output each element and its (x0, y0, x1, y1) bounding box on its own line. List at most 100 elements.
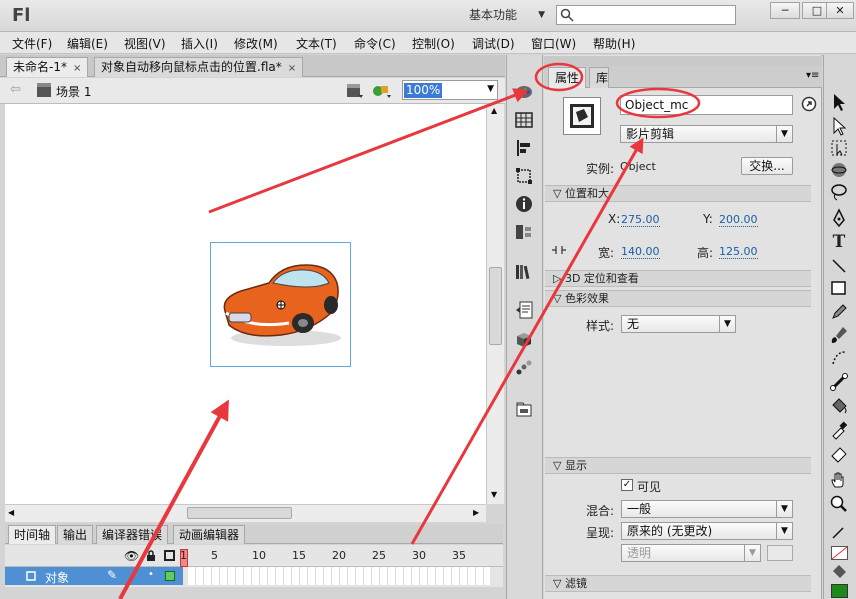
close-icon[interactable]: × (288, 63, 296, 74)
align-icon[interactable] (514, 138, 534, 158)
fill-color-icon[interactable] (829, 562, 849, 582)
transform-icon[interactable] (514, 166, 534, 186)
back-arrow-icon[interactable]: ⇦ (10, 82, 21, 97)
section-position-size[interactable]: ▽ 位置和大 (545, 185, 811, 202)
layer-color-box[interactable] (165, 571, 175, 581)
tab-motion-editor[interactable]: 动画编辑器 (173, 525, 246, 544)
edit-scene-icon[interactable] (345, 82, 365, 100)
swap-button[interactable]: 交换... (741, 157, 793, 175)
color-palette-icon[interactable] (514, 82, 534, 102)
menu-insert[interactable]: 插入(I) (181, 35, 218, 52)
paint-bucket-tool-icon[interactable] (829, 396, 849, 416)
visible-checkbox[interactable]: ✓ (621, 479, 633, 491)
subselection-tool-icon[interactable] (829, 116, 849, 136)
eye-icon[interactable]: 👁 (124, 549, 139, 563)
text-tool-icon[interactable]: T (829, 232, 849, 252)
menu-commands[interactable]: 命令(C) (354, 35, 396, 52)
brush-tool-icon[interactable] (829, 325, 849, 345)
tab-properties[interactable]: 属性 (548, 67, 587, 88)
close-icon[interactable]: × (73, 63, 81, 74)
scroll-down-icon[interactable]: ▼ (491, 490, 497, 499)
eraser-tool-icon[interactable] (829, 444, 849, 464)
motion-presets-icon[interactable] (514, 358, 534, 378)
menu-edit[interactable]: 编辑(E) (67, 35, 108, 52)
scene-panel-icon[interactable] (514, 222, 534, 242)
pen-tool-icon[interactable] (829, 208, 849, 228)
rectangle-tool-icon[interactable] (829, 278, 849, 298)
style-select[interactable]: 无 ▼ (621, 315, 736, 333)
horizontal-scrollbar[interactable]: ◀ ▶ (5, 504, 486, 522)
lock-icon[interactable] (146, 550, 156, 562)
stroke-color-icon[interactable] (829, 522, 849, 542)
workspace-switcher[interactable]: 基本功能 ▼ (463, 5, 549, 25)
info-icon[interactable] (514, 194, 534, 214)
frame-number: 15 (292, 549, 306, 562)
hand-tool-icon[interactable] (829, 470, 849, 490)
project-icon[interactable] (514, 400, 534, 420)
3d-rotation-tool-icon[interactable] (829, 160, 849, 180)
section-color-effect[interactable]: ▽ 色彩效果 (545, 290, 811, 307)
line-tool-icon[interactable] (829, 256, 849, 276)
menu-view[interactable]: 视图(V) (124, 35, 166, 52)
menu-help[interactable]: 帮助(H) (593, 35, 635, 52)
tab-library[interactable]: 库 (589, 67, 609, 88)
actions-icon[interactable] (514, 300, 534, 320)
scroll-thumb[interactable] (489, 267, 502, 345)
movie-clip-instance[interactable] (210, 242, 351, 367)
deco-tool-icon[interactable] (829, 348, 849, 368)
minimize-button[interactable]: ─ (770, 2, 800, 19)
tab-output[interactable]: 输出 (57, 525, 94, 544)
bone-tool-icon[interactable] (829, 372, 849, 392)
vertical-scrollbar[interactable]: ▲ ▼ (486, 104, 504, 504)
width-value[interactable]: 140.00 (621, 245, 660, 259)
instance-name-input[interactable]: Object_mc (620, 95, 793, 115)
height-value[interactable]: 125.00 (719, 245, 758, 259)
menu-debug[interactable]: 调试(D) (472, 35, 515, 52)
tab-untitled[interactable]: 未命名-1* × (6, 57, 89, 77)
outline-icon[interactable] (164, 550, 175, 561)
menu-control[interactable]: 控制(O) (412, 35, 455, 52)
zoom-tool-icon[interactable] (829, 494, 849, 514)
components-icon[interactable] (514, 330, 534, 350)
tab-timeline[interactable]: 时间轴 (8, 525, 57, 544)
section-3d[interactable]: ▷ 3D 定位和查看 (545, 270, 811, 287)
panel-grip[interactable] (544, 56, 822, 66)
x-value[interactable]: 275.00 (621, 213, 660, 227)
tab-compiler-errors[interactable]: 编译器错误 (96, 525, 169, 544)
y-value[interactable]: 200.00 (719, 213, 758, 227)
section-display[interactable]: ▽ 显示 (545, 457, 811, 474)
stroke-color-swatch[interactable] (831, 546, 848, 560)
section-filters[interactable]: ▽ 滤镜 (545, 575, 811, 592)
zoom-combobox[interactable]: 100% ▼ (402, 80, 498, 100)
search-input[interactable] (556, 5, 736, 25)
menu-window[interactable]: 窗口(W) (531, 35, 576, 52)
swatches-icon[interactable] (514, 110, 534, 130)
scroll-right-icon[interactable]: ▶ (473, 508, 479, 517)
menu-modify[interactable]: 修改(M) (234, 35, 278, 52)
render-label: 呈现: (586, 526, 615, 540)
scroll-up-icon[interactable]: ▲ (491, 106, 497, 115)
eyedropper-tool-icon[interactable] (829, 420, 849, 440)
pencil-tool-icon[interactable] (829, 302, 849, 322)
menu-file[interactable]: 文件(F) (12, 35, 52, 52)
close-button[interactable]: ✕ (826, 2, 854, 19)
frame-strip[interactable] (188, 567, 490, 585)
background-color-swatch[interactable] (767, 545, 793, 561)
tab-fla-document[interactable]: 对象自动移向鼠标点击的位置.fla* × (94, 57, 304, 77)
render-select[interactable]: 原来的 (无更改) ▼ (621, 522, 793, 540)
link-icon[interactable] (550, 244, 568, 256)
selection-tool-icon[interactable] (829, 92, 849, 112)
edit-symbols-icon[interactable] (372, 82, 394, 100)
scroll-thumb[interactable] (187, 507, 292, 519)
lasso-tool-icon[interactable] (829, 182, 849, 202)
symbol-type-select[interactable]: 影片剪辑 ▼ (620, 125, 793, 143)
edit-symbol-icon[interactable] (801, 96, 817, 112)
blend-select[interactable]: 一般 ▼ (621, 500, 793, 518)
fill-color-swatch[interactable] (831, 584, 848, 598)
menu-text[interactable]: 文本(T) (296, 35, 337, 52)
layer-row[interactable]: 对象 ✎ • (5, 567, 183, 585)
library-icon[interactable] (514, 262, 534, 282)
panel-menu-icon[interactable]: ▾≡ (806, 70, 819, 81)
scroll-left-icon[interactable]: ◀ (8, 508, 14, 517)
free-transform-tool-icon[interactable] (829, 138, 849, 158)
